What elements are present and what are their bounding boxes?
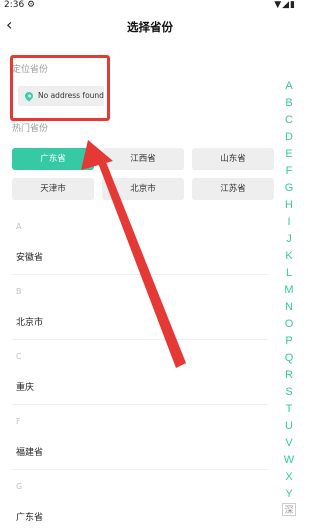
index-letter[interactable]: A	[282, 78, 296, 95]
province-list-item[interactable]: 安徽省	[16, 250, 43, 263]
index-letter[interactable]: F	[282, 163, 296, 180]
hot-province-button[interactable]: 广东省	[12, 148, 94, 170]
index-letter[interactable]: J	[282, 231, 296, 248]
hot-province-button[interactable]: 江苏省	[192, 178, 274, 200]
index-letter[interactable]: L	[282, 265, 296, 282]
index-letter[interactable]: K	[282, 248, 296, 265]
list-divider	[12, 274, 268, 275]
index-letter[interactable]: P	[282, 333, 296, 350]
signal-battery-icon: ▼◢▮	[274, 0, 296, 10]
index-letter[interactable]: U	[282, 418, 296, 435]
province-list-item[interactable]: 重庆	[16, 380, 34, 393]
index-letter[interactable]: V	[282, 435, 296, 452]
hot-province-button[interactable]: 北京市	[102, 178, 184, 200]
list-divider	[12, 469, 268, 470]
title-bar: ‹ 选择省份	[0, 12, 300, 42]
hot-province-button[interactable]: 江西省	[102, 148, 184, 170]
index-letter[interactable]: M	[282, 282, 296, 299]
index-letter[interactable]: G	[282, 180, 296, 197]
hot-province-button[interactable]: 天津市	[12, 178, 94, 200]
index-letter[interactable]: N	[282, 299, 296, 316]
index-letter[interactable]: S	[282, 384, 296, 401]
index-letter[interactable]: H	[282, 197, 296, 214]
index-letter[interactable]: X	[282, 469, 296, 486]
group-letter: C	[16, 352, 22, 361]
province-list-item[interactable]: 北京市	[16, 315, 43, 328]
group-letter: G	[16, 482, 23, 491]
hot-section-label: 热门省份	[12, 124, 49, 134]
page-title: 选择省份	[127, 20, 173, 34]
location-pin-icon	[23, 90, 35, 102]
index-letter[interactable]: Q	[282, 350, 296, 367]
index-letter[interactable]: W	[282, 452, 296, 469]
list-divider	[12, 339, 268, 340]
index-letter[interactable]: T	[282, 401, 296, 418]
settings-status-icon: ⚙	[27, 0, 36, 10]
index-letter[interactable]: 深	[282, 503, 296, 516]
list-divider	[12, 404, 268, 405]
province-list-item[interactable]: 福建省	[16, 445, 43, 458]
index-letter[interactable]: D	[282, 129, 296, 146]
group-letter: A	[16, 222, 22, 231]
group-letter: B	[16, 287, 22, 296]
index-letter[interactable]: C	[282, 112, 296, 129]
index-letter[interactable]: Y	[282, 486, 296, 503]
located-province-chip[interactable]: No address found	[18, 86, 104, 106]
index-letter[interactable]: O	[282, 316, 296, 333]
index-letter[interactable]: B	[282, 95, 296, 112]
alphabet-index-bar[interactable]: A B C D E F G H I J K L M N O P Q R S T …	[282, 78, 296, 516]
located-province-text: No address found	[38, 91, 104, 100]
status-bar: 2:36 ⚙ ▼◢▮	[0, 0, 300, 12]
group-letter: F	[16, 417, 21, 426]
hot-province-button[interactable]: 山东省	[192, 148, 274, 170]
index-letter[interactable]: R	[282, 367, 296, 384]
status-time: 2:36	[4, 0, 25, 10]
province-list-item[interactable]: 广东省	[16, 510, 43, 523]
index-letter[interactable]: E	[282, 146, 296, 163]
index-letter[interactable]: I	[282, 214, 296, 231]
